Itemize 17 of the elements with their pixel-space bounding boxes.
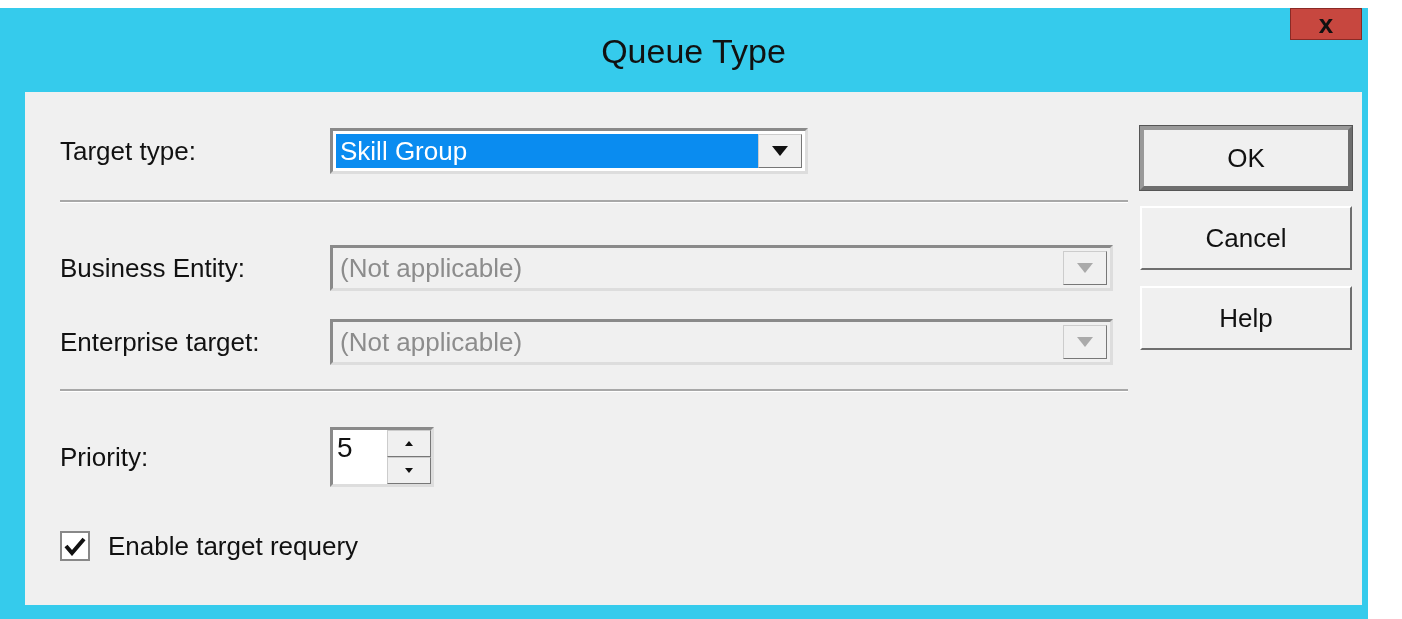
- close-button[interactable]: x: [1290, 8, 1362, 40]
- spinner-field[interactable]: 5: [330, 427, 434, 487]
- up-arrow-icon: [405, 441, 413, 446]
- dialog-button[interactable]: Cancel: [1140, 206, 1352, 270]
- caret-icon: [1077, 263, 1093, 273]
- field-label: Business Entity:: [60, 252, 246, 284]
- dialog-button[interactable]: OK: [1140, 126, 1352, 190]
- caret-icon: [1077, 337, 1093, 347]
- field-label: Target type:: [60, 135, 197, 167]
- dialog-button[interactable]: Help: [1140, 286, 1352, 350]
- field-label: Priority:: [60, 441, 150, 473]
- caret-icon: [772, 146, 788, 156]
- window-title: Queue Type: [601, 31, 786, 71]
- field-label: Enterprise target:: [60, 326, 261, 358]
- checkbox[interactable]: [60, 531, 90, 561]
- down-arrow-icon: [405, 468, 413, 473]
- checkbox-label: Enable target requery: [108, 530, 359, 562]
